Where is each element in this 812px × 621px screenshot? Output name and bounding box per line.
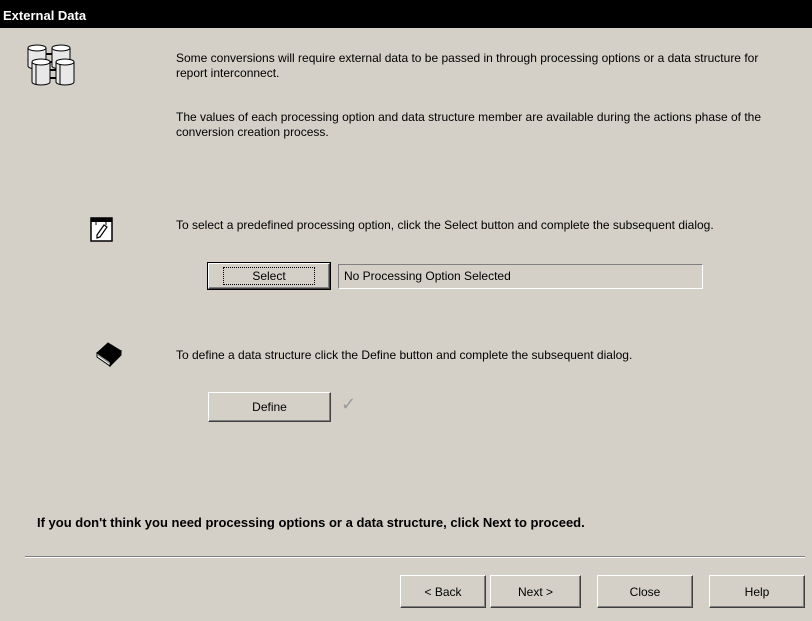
intro-paragraph-2: The values of each processing option and… bbox=[176, 110, 762, 139]
select-button[interactable]: Select bbox=[207, 262, 331, 290]
back-button[interactable]: < Back bbox=[400, 575, 486, 608]
data-structure-icon bbox=[94, 339, 124, 369]
processing-option-status-field: No Processing Option Selected bbox=[338, 264, 703, 289]
processing-option-instruction: To select a predefined processing option… bbox=[176, 218, 714, 232]
help-button[interactable]: Help bbox=[709, 575, 805, 608]
footer-note: If you don't think you need processing o… bbox=[37, 515, 585, 530]
select-button-label: Select bbox=[223, 267, 315, 285]
window-title: External Data bbox=[0, 0, 812, 28]
checkmark-icon: ✓ bbox=[341, 394, 357, 414]
next-button[interactable]: Next > bbox=[490, 575, 581, 608]
separator bbox=[25, 556, 805, 558]
database-icon bbox=[22, 42, 80, 92]
define-button[interactable]: Define bbox=[208, 392, 331, 422]
intro-paragraph-1: Some conversions will require external d… bbox=[176, 51, 759, 80]
processing-option-icon bbox=[90, 217, 114, 243]
close-button[interactable]: Close bbox=[597, 575, 693, 608]
data-structure-instruction: To define a data structure click the Def… bbox=[176, 348, 633, 362]
